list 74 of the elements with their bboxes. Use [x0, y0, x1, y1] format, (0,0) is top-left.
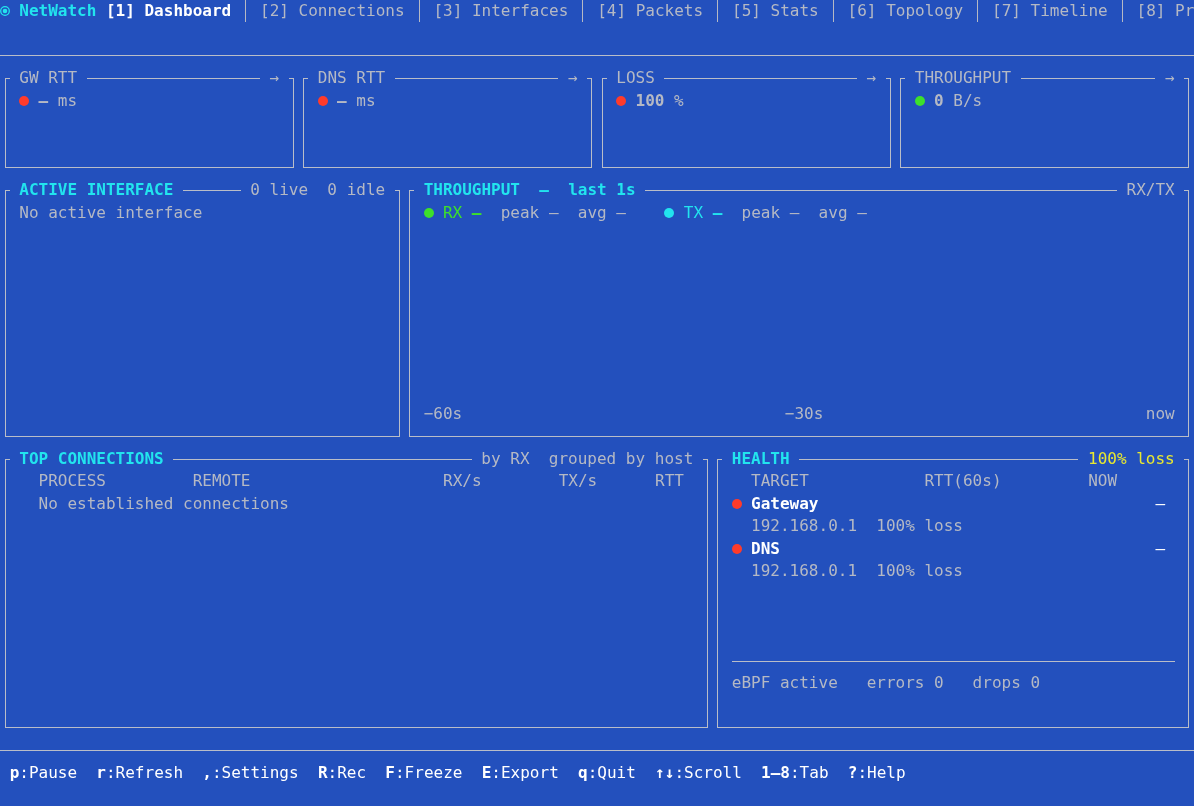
stat-value: — ms: [337, 89, 376, 112]
tab[interactable]: [2] Connections: [260, 0, 405, 23]
panel-title: THROUGHPUT: [914, 67, 1012, 90]
stat-value: 0 B/s: [934, 89, 983, 112]
series-avg: avg —: [818, 201, 867, 224]
series-peak: peak —: [500, 201, 559, 224]
target-name: Gateway: [751, 492, 819, 515]
trend-arrow: →: [568, 67, 578, 90]
trend-arrow: →: [866, 67, 877, 90]
shortcut-hint: E:Export: [481, 761, 559, 784]
shortcut-hint: ↑↓:Scroll: [655, 761, 742, 784]
mode-label: RX/TX: [1126, 179, 1175, 202]
status-text: eBPF active: [731, 672, 838, 695]
target-now: —: [1155, 492, 1166, 515]
ring-dot-icon: [0, 6, 10, 17]
shortcut-hint: 1–8:Tab: [761, 761, 829, 784]
sort-label: by RX: [481, 447, 530, 470]
target-now: —: [1155, 537, 1166, 560]
series-value: —: [471, 201, 482, 224]
status-text: errors 0: [866, 672, 944, 695]
series-name: TX: [683, 201, 703, 224]
stat-value: 100 %: [635, 89, 684, 112]
column-header: RTT(60s): [924, 470, 1003, 493]
tab[interactable]: [8] Pr: [1136, 0, 1194, 23]
column-header: REMOTE: [192, 470, 252, 493]
panel-title: HEALTH: [731, 447, 790, 470]
tab[interactable]: [1] Dashboard: [105, 0, 232, 23]
trend-arrow: →: [269, 67, 280, 90]
panel-title: ACTIVE INTERFACE: [19, 179, 174, 202]
column-header: RTT: [655, 470, 685, 493]
panel-title: DNS RTT: [317, 67, 386, 90]
shortcut-hint: p:Pause: [9, 761, 78, 784]
series-avg: avg —: [577, 201, 626, 224]
tab[interactable]: [4] Packets: [597, 0, 704, 23]
column-header: PROCESS: [38, 470, 107, 493]
tab[interactable]: [7] Timeline: [992, 0, 1108, 23]
target-name: DNS: [751, 537, 780, 560]
column-header: RX/s: [443, 470, 483, 493]
column-header: NOW: [1088, 470, 1119, 493]
shortcut-hint: ,:Settings: [202, 761, 299, 784]
panel-title: GW RTT: [19, 67, 78, 90]
target-loss: 100% loss: [876, 559, 963, 582]
target-address: 192.168.0.1: [751, 515, 858, 538]
tab[interactable]: [6] Topology: [847, 0, 964, 23]
series-value: —: [712, 201, 723, 224]
axis-label: −30s: [784, 403, 824, 426]
empty-message: No active interface: [19, 201, 203, 224]
panel-title: TOP CONNECTIONS: [19, 447, 164, 470]
stat-value: — ms: [38, 89, 78, 112]
loss-summary: 100% loss: [1088, 447, 1175, 470]
status-text: drops 0: [972, 672, 1041, 695]
tab[interactable]: [3] Interfaces: [433, 0, 569, 23]
interface-count: 0 idle: [327, 179, 386, 202]
series-peak: peak —: [741, 201, 800, 224]
tab[interactable]: [5] Stats: [732, 0, 819, 23]
axis-label: now: [1145, 403, 1175, 426]
shortcut-hint: F:Freeze: [385, 761, 463, 784]
panel-title: LOSS: [616, 67, 655, 90]
interface-count: 0 live: [250, 179, 309, 202]
series-name: RX: [442, 201, 463, 224]
empty-message: No established connections: [38, 492, 289, 515]
column-header: TARGET: [751, 470, 810, 493]
shortcut-hint: r:Refresh: [96, 761, 184, 784]
shortcut-hint: R:Rec: [317, 761, 367, 784]
app-title: NetWatch: [19, 0, 97, 22]
axis-label: −60s: [423, 403, 463, 426]
trend-arrow: →: [1165, 67, 1175, 90]
shortcut-hint: q:Quit: [578, 761, 636, 784]
shortcut-hint: ?:Help: [847, 761, 906, 784]
target-address: 192.168.0.1: [751, 559, 858, 582]
column-header: TX/s: [558, 470, 599, 493]
group-label: grouped by host: [548, 447, 694, 470]
target-loss: 100% loss: [876, 515, 963, 538]
panel-title: THROUGHPUT — last 1s: [423, 179, 636, 202]
